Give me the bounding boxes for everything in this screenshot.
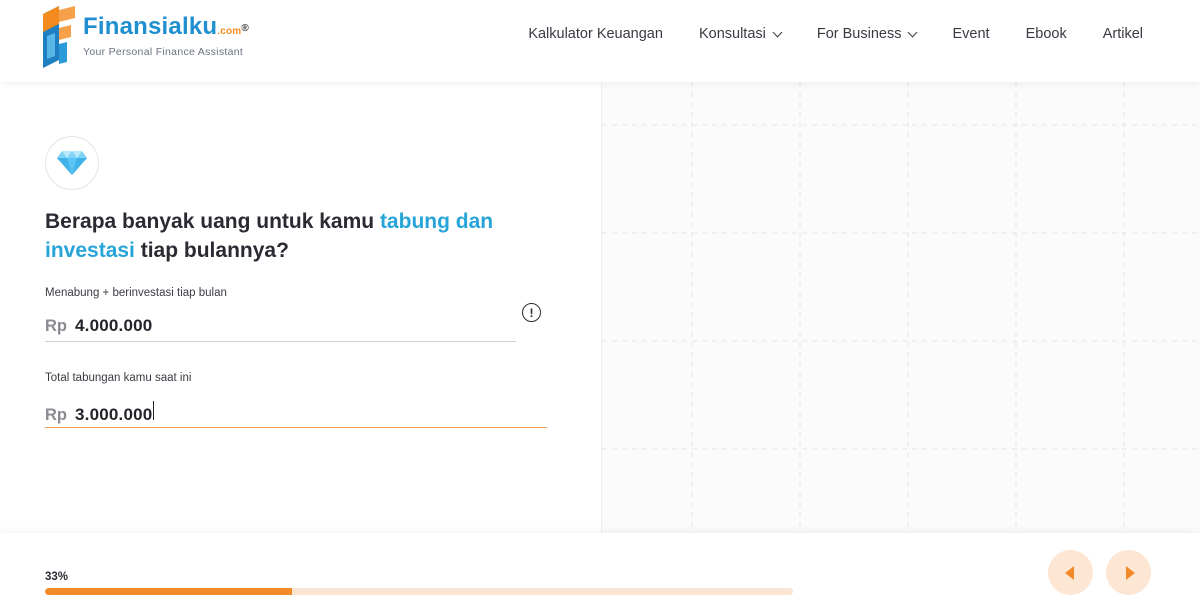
nav-konsultasi[interactable]: Konsultasi	[698, 26, 783, 42]
current-savings-value: 3.000.000	[75, 405, 153, 424]
nav-label: For Business	[816, 26, 902, 42]
nav-ebook[interactable]: Ebook	[1026, 26, 1067, 42]
currency-prefix: Rp	[45, 406, 67, 424]
nav-kalkulator-keuangan[interactable]: Kalkulator Keuangan	[528, 26, 663, 42]
current-savings-label: Total tabungan kamu saat ini	[45, 372, 192, 384]
illustration-grid-panel	[601, 82, 1200, 533]
nav-label: Ebook	[1025, 26, 1067, 42]
nav-label: Kalkulator Keuangan	[528, 26, 663, 42]
diamond-icon	[45, 136, 99, 190]
current-savings-input[interactable]: Rp 3.000.000	[45, 401, 547, 428]
main-nav: Kalkulator Keuangan Konsultasi For Busin…	[528, 26, 1143, 42]
progress-track	[45, 588, 793, 595]
text-cursor	[153, 401, 155, 420]
chevron-down-icon	[908, 27, 918, 38]
nav-event[interactable]: Event	[952, 26, 989, 42]
nav-label: Konsultasi	[698, 26, 766, 42]
logo[interactable]: Finansialku.com® Your Personal Finance A…	[43, 6, 249, 68]
logo-wordmark: Finansialku.com®	[83, 13, 249, 40]
finansialku-logo-icon	[43, 6, 75, 68]
nav-artikel[interactable]: Artikel	[1103, 26, 1143, 42]
logo-tagline: Your Personal Finance Assistant	[83, 46, 244, 58]
chevron-down-icon	[772, 27, 783, 38]
nav-for-business[interactable]: For Business	[816, 26, 918, 42]
monthly-savings-label: Menabung + berinvestasi tiap bulan	[45, 287, 227, 299]
monthly-savings-value: 4.000.000	[75, 316, 153, 335]
top-header: Finansialku.com® Your Personal Finance A…	[0, 0, 1200, 82]
progress-percent: 33%	[45, 571, 69, 583]
info-icon[interactable]: !	[522, 303, 541, 322]
progress-fill	[45, 588, 292, 595]
currency-prefix: Rp	[45, 317, 67, 335]
question-heading: Berapa banyak uang untuk kamu tabung dan…	[45, 210, 494, 262]
arrow-right-icon	[1125, 565, 1135, 580]
previous-button[interactable]	[1048, 550, 1093, 595]
question-form: Berapa banyak uang untuk kamu tabung dan…	[45, 136, 555, 265]
monthly-savings-input[interactable]: Rp 4.000.000	[45, 316, 516, 342]
next-button[interactable]	[1106, 550, 1151, 595]
arrow-left-icon	[1064, 565, 1074, 580]
nav-label: Artikel	[1102, 26, 1143, 42]
dashed-grid-background	[602, 82, 1200, 533]
progress-footer: 33%	[0, 533, 1200, 610]
nav-label: Event	[952, 26, 990, 42]
